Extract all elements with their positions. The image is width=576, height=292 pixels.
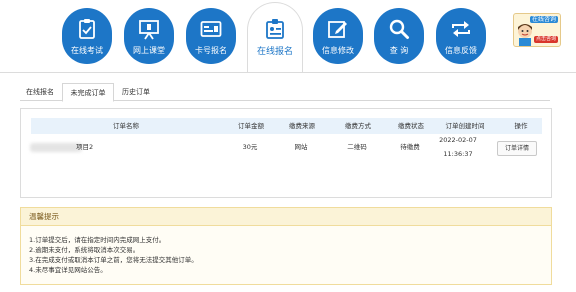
consult-top-label: 在线咨询	[530, 16, 559, 23]
nav-label: 网上课堂	[133, 46, 165, 55]
nav-online-register[interactable]: 在线报名	[247, 2, 303, 72]
nav-divider	[0, 72, 576, 73]
badge-icon	[248, 15, 302, 43]
column-header-method: 缴费方式	[345, 122, 371, 130]
consult-bottom-label: 点击咨询	[534, 36, 559, 43]
tip-line: 2.逾期未支付，系统将取消本次交易。	[29, 246, 140, 254]
nav-label: 卡号报名	[195, 46, 227, 55]
created-date: 2022-02-07	[439, 136, 477, 144]
tip-line: 1.订单提交后，请在指定时间内完成网上支付。	[29, 236, 166, 244]
presentation-board-icon	[124, 15, 174, 43]
payment-method: 二维码	[347, 143, 367, 151]
clipboard-check-icon	[62, 15, 112, 43]
nav-label: 查 询	[389, 46, 409, 55]
nav-feedback[interactable]: 信息反馈	[436, 8, 486, 64]
nav-online-exam[interactable]: 在线考试	[62, 8, 112, 64]
redacted-order-name	[30, 143, 82, 152]
column-header-status: 缴费状态	[398, 122, 424, 130]
column-header-action: 操作	[514, 122, 528, 130]
refresh-arrows-icon	[436, 15, 486, 43]
column-header-order-name: 订单名称	[113, 122, 139, 130]
tips-title: 温馨提示	[29, 212, 59, 221]
payment-source: 网站	[294, 143, 308, 151]
nav-label: 信息反馈	[445, 46, 477, 55]
tab-pending-orders[interactable]: 未完成订单	[62, 83, 114, 102]
created-time: 11:36:37	[443, 150, 473, 158]
nav-label: 在线报名	[256, 47, 293, 57]
search-icon	[374, 15, 424, 43]
top-navigation: 在线考试 网上课堂 卡号报名 在线报名 信息修改 查 询 信息反馈 在线咨询 点…	[0, 0, 576, 76]
customer-service-avatar-icon	[518, 24, 532, 46]
order-tabs: 在线报名 未完成订单 历史订单	[20, 83, 550, 102]
nav-label: 在线考试	[71, 46, 103, 55]
page: 在线考试 网上课堂 卡号报名 在线报名 信息修改 查 询 信息反馈 在线咨询 点…	[0, 0, 576, 292]
tab-order-history[interactable]: 历史订单	[116, 83, 156, 101]
nav-edit-info[interactable]: 信息修改	[313, 8, 363, 64]
column-header-amount: 订单金额	[238, 122, 264, 130]
column-header-created-time: 订单创建时间	[445, 122, 485, 130]
tip-line: 4.未尽事宜详见网站公告。	[29, 266, 107, 274]
order-name: 项目2	[76, 143, 94, 151]
column-header-source: 缴费来源	[289, 122, 315, 130]
nav-card-register[interactable]: 卡号报名	[186, 8, 236, 64]
order-amount: 30元	[242, 143, 258, 151]
edit-icon	[313, 15, 363, 43]
table-header: 订单名称 订单金额 缴费来源 缴费方式 缴费状态 订单创建时间 操作	[31, 118, 542, 134]
order-detail-button[interactable]: 订单详情	[497, 141, 537, 156]
online-consult-button[interactable]: 在线咨询 点击咨询	[513, 13, 561, 47]
id-card-icon	[186, 15, 236, 43]
tips-panel: 温馨提示 1.订单提交后，请在指定时间内完成网上支付。 2.逾期未支付，系统将取…	[20, 207, 552, 285]
nav-online-class[interactable]: 网上课堂	[124, 8, 174, 64]
payment-status: 待缴费	[400, 143, 420, 151]
tip-line: 3.在完成支付或取消本订单之前，您将无法提交其他订单。	[29, 256, 198, 264]
nav-query[interactable]: 查 询	[374, 8, 424, 64]
tips-header: 温馨提示	[21, 208, 551, 226]
tab-online-register[interactable]: 在线报名	[20, 83, 60, 101]
nav-label: 信息修改	[322, 46, 354, 55]
